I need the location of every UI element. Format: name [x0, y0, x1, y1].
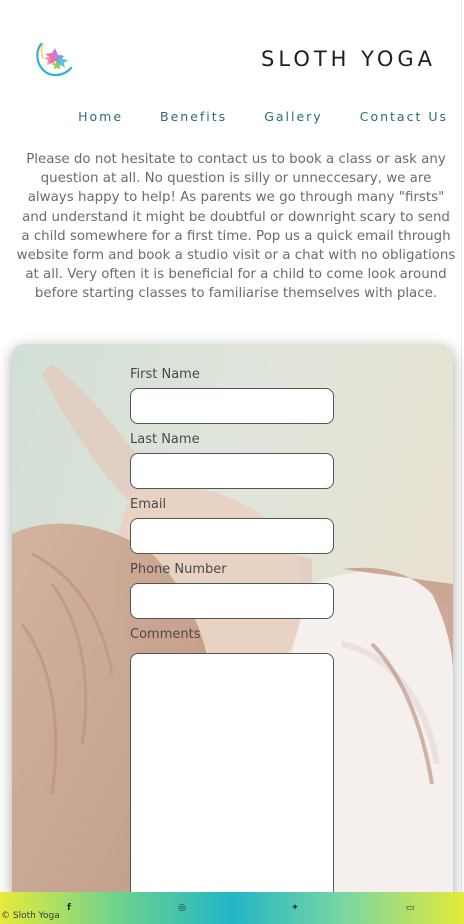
- nav-item-gallery[interactable]: Gallery: [264, 109, 323, 124]
- instagram-icon[interactable]: ◎: [176, 902, 188, 914]
- twitter-icon[interactable]: ✦: [289, 902, 301, 914]
- main-nav: Home Benefits Gallery Contact Us: [78, 109, 448, 124]
- comments-field[interactable]: [130, 653, 334, 904]
- page: SLOTH YOGA Home Benefits Gallery Contact…: [0, 0, 464, 924]
- last-name-field[interactable]: [130, 453, 334, 489]
- logo-mark-icon: [36, 42, 73, 77]
- nav-item-benefits[interactable]: Benefits: [160, 109, 227, 124]
- brand-title[interactable]: SLOTH YOGA: [261, 47, 436, 71]
- intro-paragraph: Please do not hesitate to contact us to …: [16, 152, 456, 302]
- social-footer-bar: f ◎ ✦ ▭: [0, 892, 464, 924]
- nav-item-home[interactable]: Home: [78, 109, 123, 124]
- last-name-label: Last Name: [130, 432, 200, 447]
- phone-number-field[interactable]: [130, 583, 334, 619]
- contact-form: First Name Last Name Email Phone Number …: [12, 344, 453, 904]
- phone-number-label: Phone Number: [130, 562, 227, 577]
- comments-label: Comments: [130, 627, 201, 642]
- page-edge-divider: [461, 0, 462, 924]
- copyright-text: © Sloth Yoga: [1, 911, 60, 921]
- first-name-label: First Name: [130, 367, 200, 382]
- first-name-field[interactable]: [130, 388, 334, 424]
- facebook-icon[interactable]: f: [63, 902, 75, 914]
- email-label: Email: [130, 497, 167, 512]
- email-icon[interactable]: ▭: [404, 902, 416, 914]
- nav-item-contact-us[interactable]: Contact Us: [360, 109, 448, 124]
- sloth-yoga-logo[interactable]: [33, 34, 77, 78]
- email-field[interactable]: [130, 518, 334, 554]
